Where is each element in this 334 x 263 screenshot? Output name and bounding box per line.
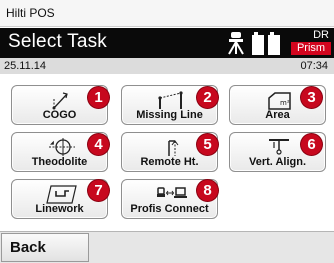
status-dr: DR bbox=[313, 29, 329, 41]
missing-line-icon bbox=[158, 91, 183, 109]
task-number-badge: 4 bbox=[88, 134, 109, 155]
task-label: Vert. Align. bbox=[248, 156, 307, 168]
date-label: 25.11.14 bbox=[4, 60, 47, 72]
svg-text:◢: ◢ bbox=[50, 140, 54, 146]
window-title: Hilti POS bbox=[6, 6, 55, 20]
task-number-badge: 6 bbox=[301, 134, 322, 155]
task-number-badge: 8 bbox=[197, 180, 218, 201]
profis-connect-icon bbox=[157, 187, 187, 198]
task-number-badge: 3 bbox=[301, 87, 322, 108]
svg-text:m²: m² bbox=[280, 99, 290, 107]
task-number-badge: 7 bbox=[88, 180, 109, 201]
task-number-badge: 2 bbox=[197, 87, 218, 108]
task-number-badge: 5 bbox=[197, 134, 218, 155]
page-title: Select Task bbox=[8, 31, 108, 52]
task-number-badge: 1 bbox=[88, 87, 109, 108]
task-grid: COGO 1 Missing Line 2 m² Area 3 ◢ Theodo… bbox=[0, 74, 334, 231]
vertical-alignment-icon bbox=[269, 139, 289, 155]
back-button[interactable]: Back bbox=[1, 233, 89, 262]
window-title-bar: Hilti POS bbox=[0, 0, 334, 27]
area-icon: m² bbox=[268, 92, 291, 110]
battery-icon bbox=[252, 32, 280, 55]
info-bar: 25.11.14 07:34 bbox=[0, 58, 334, 74]
tripod-icon bbox=[228, 32, 244, 55]
task-label: Theodolite bbox=[31, 156, 88, 168]
task-label: Profis Connect bbox=[130, 203, 209, 215]
time-label: 07:34 bbox=[300, 60, 328, 72]
task-label: COGO bbox=[42, 109, 77, 121]
bottom-bar: Back bbox=[0, 231, 334, 263]
task-label: Remote Ht. bbox=[140, 156, 199, 168]
task-label: Missing Line bbox=[136, 109, 203, 121]
task-label: Area bbox=[265, 109, 290, 121]
page-header: Select Task DR Prism bbox=[0, 28, 334, 58]
linework-icon bbox=[46, 185, 77, 204]
status-prism-badge: Prism bbox=[291, 42, 331, 55]
cogo-icon bbox=[52, 92, 68, 110]
task-label: Linework bbox=[35, 203, 84, 215]
remote-height-icon bbox=[168, 140, 179, 156]
theodolite-icon: ◢ bbox=[49, 138, 75, 156]
